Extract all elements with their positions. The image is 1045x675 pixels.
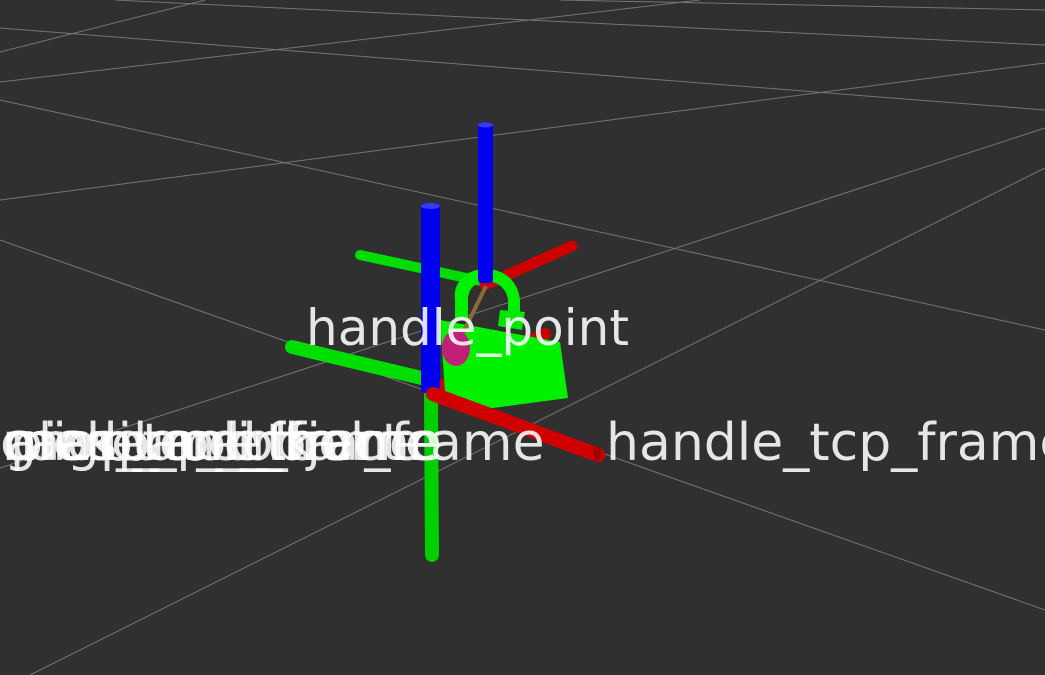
- z-axis-upper: [478, 123, 493, 283]
- z-axis-lower-cap: [421, 203, 440, 209]
- z-axis-upper-cap: [478, 122, 493, 128]
- grid-line: [0, 0, 206, 53]
- frame-label-handle-point: handle_point: [306, 299, 629, 357]
- 3d-viewport[interactable]: handle_point camera_link medium_object a…: [0, 0, 1045, 675]
- frame-label-overlap-6: place_tool_frame: [100, 413, 545, 473]
- x-axis-lower-cap: [593, 447, 601, 461]
- frame-label-overlap-7: handle_tcp_frame: [606, 413, 1045, 473]
- grid-line: [0, 27, 1045, 111]
- z-axis-lower: [421, 203, 440, 393]
- grid-line: [559, 0, 1045, 11]
- grid-line: [0, 0, 701, 83]
